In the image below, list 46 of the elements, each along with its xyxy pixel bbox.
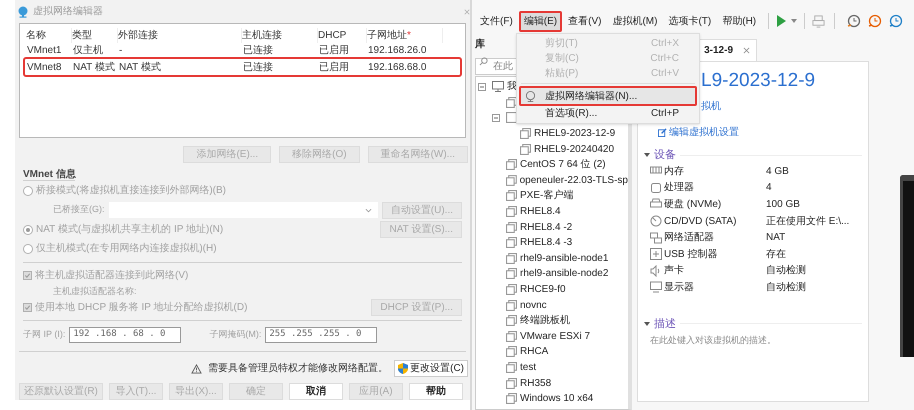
required-mark: * [407, 30, 411, 42]
device-name: 内存 [664, 164, 685, 179]
device-name: 网络适配器 [664, 230, 715, 246]
device-value: 100 GB [766, 198, 800, 212]
device-name: 声卡 [664, 264, 685, 278]
admin-notice: 需要具备管理员特权才能修改网络配置。 [208, 362, 388, 376]
table-cell-text: NAT 模式 [73, 62, 116, 73]
field-label: 子网掩码(M): [209, 328, 262, 342]
section-title: 设备 [654, 148, 676, 163]
table-cell-text: 仅主机 [73, 45, 104, 56]
device-name: 处理器 [664, 180, 695, 196]
field-label: 主机虚拟适配器名称: [53, 284, 137, 298]
table-cell-text: 已连接 [243, 45, 274, 56]
device-value: 4 [766, 181, 772, 196]
checkbox-label: 将主机虚拟适配器连接到此网络(V) [35, 268, 188, 283]
radio-label: NAT 模式(与虚拟机共享主机的 IP 地址)(N) [36, 222, 224, 237]
table-cell-text: NAT 模式 [119, 62, 162, 73]
field-label: 子网 IP (I): [23, 328, 66, 342]
library-title: 库 [475, 37, 485, 52]
device-value: NAT [766, 231, 786, 246]
vm-title: L9-2023-12-9 [701, 69, 816, 93]
device-value: 正在使用文件 E:\... [766, 214, 850, 229]
checkbox-label: 使用本地 DHCP 服务将 IP 地址分配给虚拟机(D) [35, 300, 248, 315]
radio-label: 仅主机模式(在专用网络内连接虚拟机)(H) [36, 242, 217, 256]
field-label: 已桥接至(G): [53, 203, 104, 216]
group-title: VMnet 信息 [23, 167, 75, 181]
device-name: USB 控制器 [664, 248, 718, 262]
table-cell-text: 已连接 [243, 62, 274, 73]
table-cell-text: 192.168.26.0 [368, 45, 428, 56]
table-cell-text: 192.168.68.0 [368, 62, 428, 73]
device-name: CD/DVD (SATA) [664, 214, 738, 229]
table-cell-text: 已启用 [319, 62, 350, 73]
device-value: 存在 [766, 248, 786, 262]
table-cell-text: VMnet1 [27, 45, 62, 56]
radio-label: 桥接模式(将虚拟机直接连接到外部网络)(B) [36, 184, 226, 198]
tab-label: 3-12-9 [704, 44, 733, 58]
device-value: 4 GB [766, 164, 789, 179]
table-cell-text: - [119, 45, 124, 56]
section-title: 描述 [654, 316, 676, 332]
device-value: 自动检测 [766, 280, 806, 295]
device-name: 硬盘 (NVMe) [664, 198, 722, 212]
device-name: 显示器 [664, 280, 695, 295]
table-cell-text: 已启用 [319, 45, 350, 56]
table-cell-text: VMnet8 [27, 62, 62, 73]
window-title: 虚拟网络编辑器 [33, 4, 103, 20]
device-value: 自动检测 [766, 264, 806, 278]
